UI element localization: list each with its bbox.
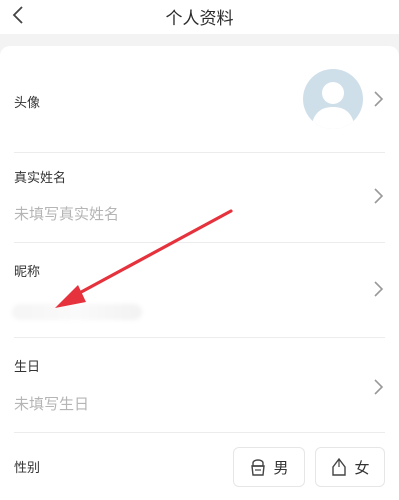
gender-label: 性别 xyxy=(14,461,41,476)
page-title: 个人资料 xyxy=(165,9,234,29)
chevron-right-icon xyxy=(374,188,384,204)
gender-female-label: 女 xyxy=(354,458,370,477)
gender-female-button[interactable]: 女 xyxy=(315,447,385,487)
avatar-label: 头像 xyxy=(14,96,41,111)
female-figure-icon xyxy=(332,457,347,476)
nickname-value-blurred xyxy=(12,304,142,320)
top-bar: 个人资料 xyxy=(0,0,399,34)
chevron-right-icon xyxy=(374,281,384,297)
gender-male-button[interactable]: 男 xyxy=(233,447,305,487)
avatar[interactable] xyxy=(303,69,363,129)
male-figure-icon xyxy=(251,459,266,476)
chevron-right-icon xyxy=(374,379,384,395)
profile-card: 头像 真实姓名 未填写真实姓名 昵称 生日 未填写生日 性别 男 女 xyxy=(0,46,399,500)
real-name-label: 真实姓名 xyxy=(14,171,67,186)
avatar-row[interactable]: 头像 xyxy=(14,46,385,153)
birthday-label: 生日 xyxy=(14,360,41,375)
birthday-placeholder: 未填写生日 xyxy=(14,395,90,413)
real-name-row[interactable]: 真实姓名 未填写真实姓名 xyxy=(14,153,385,243)
chevron-right-icon xyxy=(374,91,384,107)
gender-male-label: 男 xyxy=(273,458,289,477)
birthday-row[interactable]: 生日 未填写生日 xyxy=(14,338,385,433)
header-spacer xyxy=(0,34,399,46)
default-avatar-icon xyxy=(311,82,355,129)
real-name-placeholder: 未填写真实姓名 xyxy=(14,205,120,223)
nickname-label: 昵称 xyxy=(14,265,41,280)
nickname-row[interactable]: 昵称 xyxy=(14,243,385,338)
